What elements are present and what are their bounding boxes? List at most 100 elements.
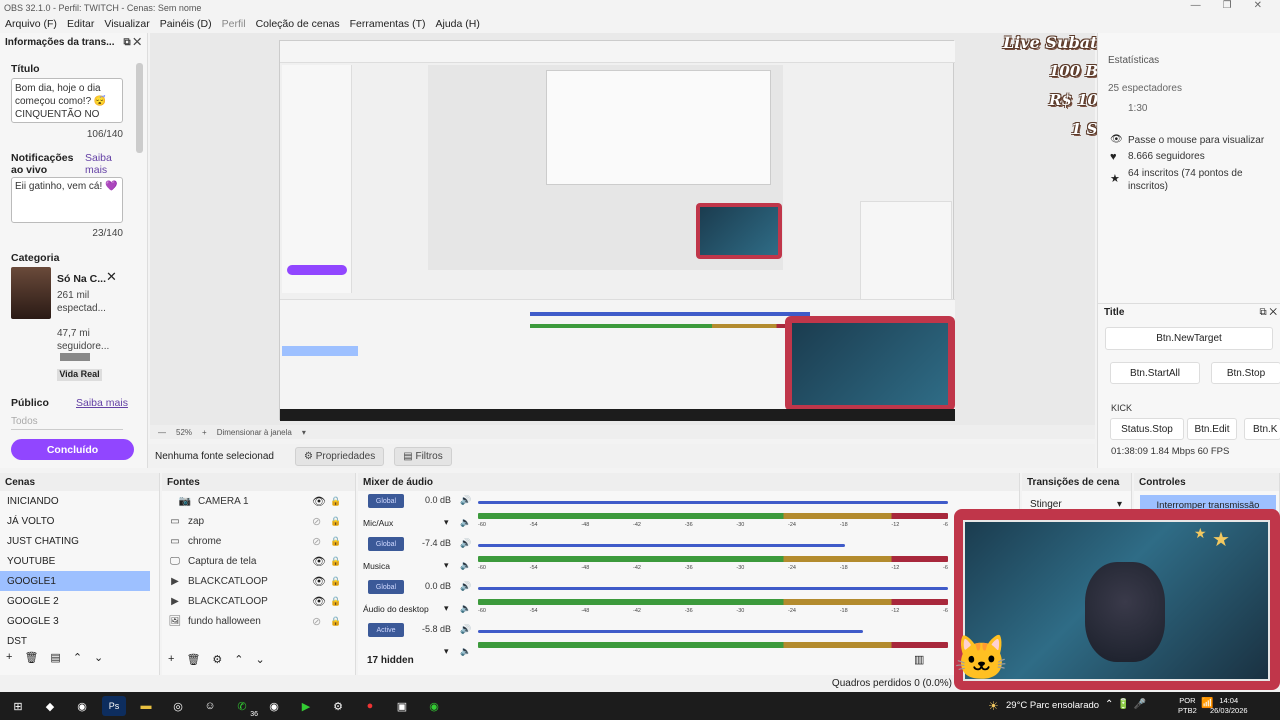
eye-icon[interactable]: 👁 — [312, 575, 326, 588]
up-icon[interactable]: ⌃ — [73, 651, 82, 664]
kick-more-button[interactable]: Btn.K — [1244, 418, 1280, 440]
tray-icons[interactable]: ⌃🔋🎤 — [1105, 699, 1150, 710]
scene-item[interactable]: DST — [0, 631, 150, 651]
add-icon[interactable]: + — [168, 653, 174, 666]
close-icon[interactable]: ✕ — [1254, 0, 1262, 11]
monitor-icon[interactable]: 🔈 — [460, 646, 471, 657]
preview-canvas[interactable] — [150, 33, 1095, 425]
volume-slider[interactable] — [478, 587, 948, 590]
done-button[interactable]: Concluído — [11, 439, 134, 460]
lock-icon[interactable]: 🔒 — [330, 576, 341, 587]
filters-button[interactable]: ▤ Filtros — [394, 446, 452, 466]
scrollbar[interactable] — [136, 63, 143, 153]
eye-hidden-icon[interactable]: ⊘ — [312, 515, 321, 528]
edit-button[interactable]: Btn.Edit — [1187, 418, 1237, 440]
channel-menu-icon[interactable]: ▾ — [444, 603, 449, 614]
scene-item[interactable]: YOUTUBE — [0, 551, 150, 571]
chevron-down-icon[interactable]: ▾ — [302, 428, 306, 437]
menu-perfil[interactable]: Perfil — [217, 18, 251, 30]
menu-arquivo[interactable]: Arquivo (F) — [0, 18, 62, 30]
title-dock-close-icon[interactable]: ⧉ ✕ — [1259, 307, 1277, 318]
channel-menu-icon[interactable]: ▾ — [444, 560, 449, 571]
maximize-icon[interactable]: ❐ — [1223, 0, 1232, 11]
notif-input[interactable]: Eii gatinho, vem cá! 💜 — [11, 177, 123, 223]
title-input[interactable]: Bom dia, hoje o dia começou como!? 😴 CIN… — [11, 78, 123, 123]
mixer-channel-button[interactable]: Global — [368, 580, 404, 594]
status-stop-button[interactable]: Status.Stop — [1110, 418, 1184, 440]
eye-icon[interactable]: 👁 — [312, 495, 326, 508]
photoshop-icon[interactable]: Ps — [102, 696, 126, 716]
eye-hidden-icon[interactable]: ⊘ — [312, 615, 321, 628]
lock-icon[interactable]: 🔒 — [330, 556, 341, 567]
stop-button[interactable]: Btn.Stop — [1211, 362, 1280, 384]
record-icon[interactable]: ● — [358, 696, 382, 716]
up-icon[interactable]: ⌃ — [234, 653, 243, 666]
scene-item[interactable]: GOOGLE 3 — [0, 611, 150, 631]
category-remove-icon[interactable]: ✕ — [106, 269, 117, 285]
scene-item[interactable]: GOOGLE 2 — [0, 591, 150, 611]
monitor-icon[interactable]: 🔈 — [460, 517, 471, 528]
scene-item[interactable]: JÁ VOLTO — [0, 511, 150, 531]
volume-slider[interactable] — [478, 501, 948, 504]
volume-slider[interactable] — [478, 630, 864, 633]
lock-icon[interactable]: 🔒 — [330, 536, 341, 547]
speaker-icon[interactable]: 🔊 — [460, 538, 471, 549]
notif-help-link[interactable]: Saiba mais — [85, 152, 125, 176]
speaker-icon[interactable]: 🔊 — [460, 581, 471, 592]
eye-icon[interactable]: 👁 — [312, 555, 326, 568]
source-item[interactable]: 🖼 fundo halloween ⊘ 🔒 — [162, 611, 355, 631]
down-icon[interactable]: ⌄ — [94, 651, 103, 664]
channel-menu-icon[interactable]: ▾ — [444, 646, 449, 657]
mixer-channel-button[interactable]: Global — [368, 537, 404, 551]
settings-icon[interactable]: ⚙ — [326, 696, 350, 716]
source-item[interactable]: ▭ chrome ⊘ 🔒 — [162, 531, 355, 551]
windows-start-icon[interactable]: ⊞ — [6, 696, 30, 716]
menu-ferramentas[interactable]: Ferramentas (T) — [345, 18, 431, 30]
language-indicator[interactable]: POR PTB2 — [1178, 696, 1197, 716]
source-item[interactable]: 🖵 Captura de tela 👁 🔒 — [162, 551, 355, 571]
speaker-icon[interactable]: 🔊 — [460, 624, 471, 635]
trash-icon[interactable]: 🗑 — [24, 651, 38, 664]
dock-close-icon[interactable]: ⧉ ✕ — [123, 37, 141, 48]
folder-icon[interactable]: ▬ — [134, 696, 158, 716]
filter-icon[interactable]: ▤ — [50, 651, 60, 664]
zoom-fit-select[interactable]: Dimensionar à janela — [217, 428, 292, 437]
obs-running-icon[interactable]: ◉ — [262, 696, 286, 716]
layout-icon[interactable]: ▥ — [914, 653, 924, 666]
public-help-link[interactable]: Saiba mais — [76, 397, 128, 409]
app-icon[interactable]: ▣ — [390, 696, 414, 716]
lock-icon[interactable]: 🔒 — [330, 616, 341, 627]
scene-item[interactable]: JUST CHATING — [0, 531, 150, 551]
eye-hidden-icon[interactable]: ⊘ — [312, 535, 321, 548]
chrome-icon[interactable]: ◎ — [166, 696, 190, 716]
discord-icon[interactable]: ☺ — [198, 696, 222, 716]
monitor-icon[interactable]: 🔈 — [460, 603, 471, 614]
mixer-channel-button[interactable]: Active — [368, 623, 404, 637]
trash-icon[interactable]: 🗑 — [186, 653, 200, 666]
streamlabs-icon[interactable]: ▶ — [294, 696, 318, 716]
eye-icon[interactable]: 👁 — [312, 595, 326, 608]
source-item[interactable]: ▶ BLACKCATLOOP 👁 🔒 — [162, 571, 355, 591]
weather-text[interactable]: 29°C Parc ensolarado — [1006, 700, 1099, 711]
menu-ajuda[interactable]: Ajuda (H) — [430, 18, 484, 30]
channel-menu-icon[interactable]: ▾ — [444, 517, 449, 528]
newtarget-button[interactable]: Btn.NewTarget — [1105, 327, 1273, 350]
clock[interactable]: 14:04 26/03/2026 — [1210, 696, 1248, 716]
scene-item-selected[interactable]: GOOGLE1 — [0, 571, 150, 591]
speaker-icon[interactable]: 🔊 — [460, 495, 471, 506]
startall-button[interactable]: Btn.StartAll — [1110, 362, 1200, 384]
obs-icon[interactable]: ◉ — [70, 696, 94, 716]
mixer-channel-button[interactable]: Global — [368, 494, 404, 508]
menu-visualizar[interactable]: Visualizar — [99, 18, 154, 30]
copilot-icon[interactable]: ◆ — [38, 696, 62, 716]
public-select[interactable]: Todos — [11, 416, 123, 430]
gear-icon[interactable]: ⚙ — [212, 653, 222, 666]
monitor-icon[interactable]: 🔈 — [460, 560, 471, 571]
zoom-out-icon[interactable]: — — [158, 428, 166, 437]
whatsapp-icon[interactable]: ✆ 36 — [230, 696, 258, 719]
source-item[interactable]: 📷 CAMERA 1 👁 🔒 — [162, 491, 355, 511]
properties-button[interactable]: ⚙ Propriedades — [295, 446, 385, 466]
minimize-icon[interactable]: — — [1191, 0, 1201, 11]
lock-icon[interactable]: 🔒 — [330, 496, 341, 507]
zoom-in-icon[interactable]: + — [202, 428, 207, 437]
